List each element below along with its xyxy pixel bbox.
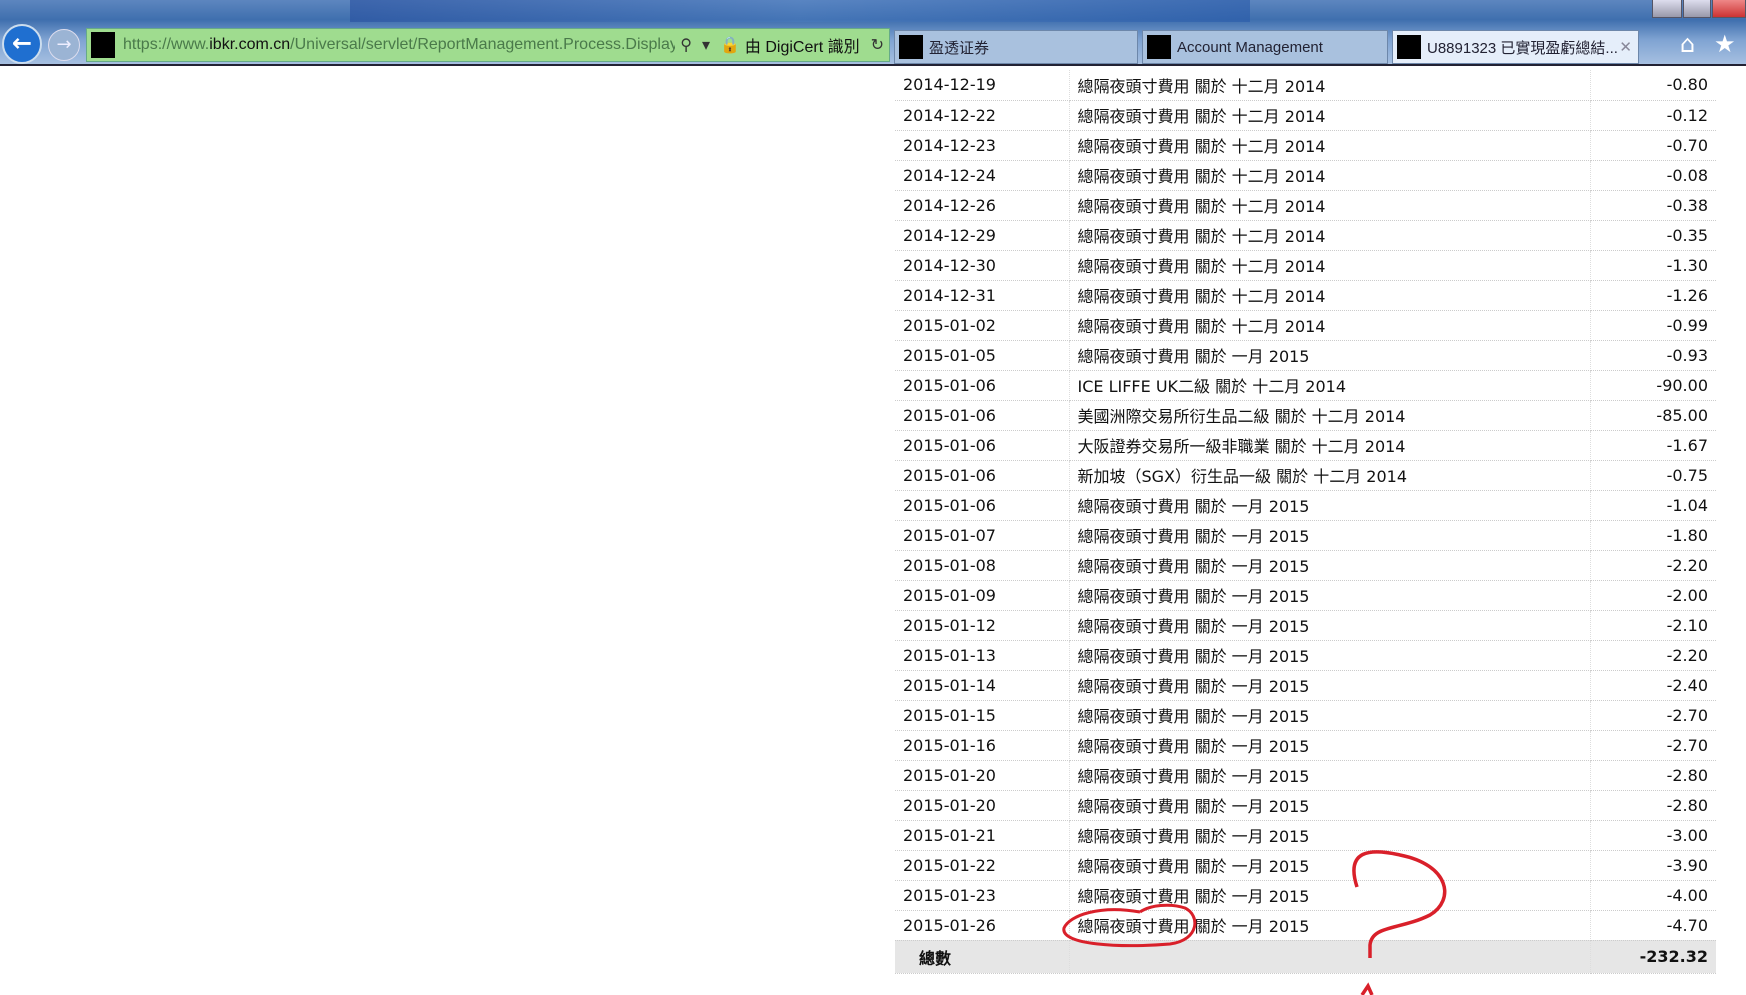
- red-annotation: [1062, 850, 1447, 995]
- question-mark-dot: [1360, 982, 1374, 995]
- circle-annotation: [1062, 903, 1197, 948]
- question-mark-annotation: [1352, 850, 1447, 958]
